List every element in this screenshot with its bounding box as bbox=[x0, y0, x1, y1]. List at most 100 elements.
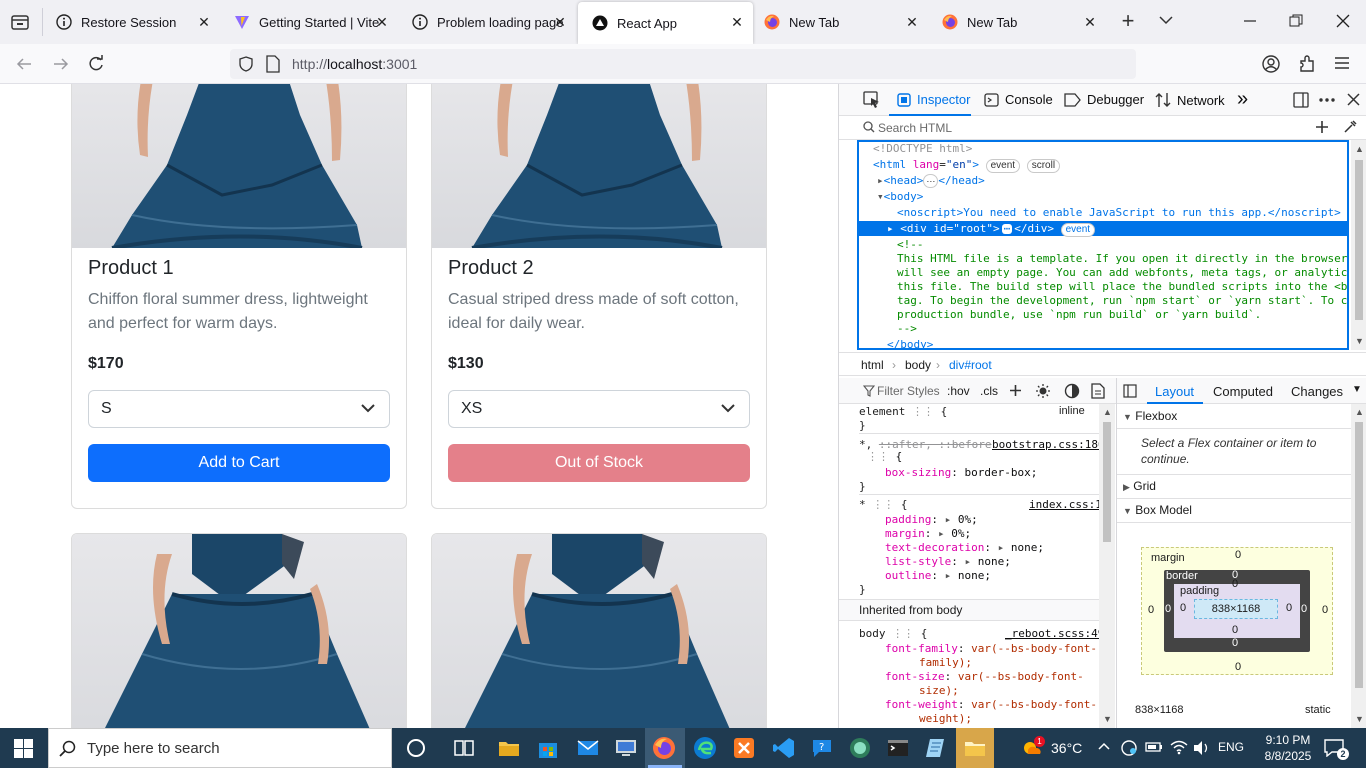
scroll-badge[interactable]: scroll bbox=[1026, 159, 1061, 173]
size-select[interactable]: S bbox=[88, 390, 390, 428]
taskbar-search-box[interactable]: Type here to search bbox=[48, 728, 392, 768]
doctype-node[interactable]: <!DOCTYPE html> bbox=[873, 142, 972, 155]
wifi-icon[interactable] bbox=[1170, 739, 1188, 755]
border-bottom-value[interactable]: 0 bbox=[1232, 637, 1238, 649]
property-value[interactable]: none; bbox=[958, 569, 991, 582]
microsoft-store-icon[interactable] bbox=[536, 736, 560, 760]
url-bar[interactable]: http://localhost:3001 bbox=[230, 49, 1136, 79]
expand-arrow-icon[interactable]: ▸ bbox=[887, 222, 900, 235]
extensions-icon[interactable] bbox=[1297, 54, 1317, 74]
property-name[interactable]: margin bbox=[885, 527, 925, 540]
padding-right-value[interactable]: 0 bbox=[1286, 602, 1292, 614]
input-language[interactable]: ENG bbox=[1218, 740, 1244, 754]
rule-source-link[interactable]: bootstrap.css:186 bbox=[992, 438, 1099, 451]
add-to-cart-button[interactable]: Add to Cart bbox=[88, 444, 390, 482]
restore-icon[interactable] bbox=[1289, 14, 1303, 28]
markup-scrollbar[interactable]: ▲ ▼ bbox=[1351, 140, 1366, 350]
clock[interactable]: 9:10 PM 8/8/2025 bbox=[1258, 732, 1318, 764]
more-tabs-chevron-icon[interactable]: ▼ bbox=[1352, 384, 1362, 395]
add-rule-icon[interactable] bbox=[1009, 384, 1022, 397]
breadcrumb-item[interactable]: html bbox=[861, 358, 884, 372]
body-node[interactable]: ▾<body> bbox=[877, 190, 923, 203]
property-name[interactable]: outline bbox=[885, 569, 931, 582]
vscode-icon[interactable] bbox=[772, 736, 796, 760]
dark-scheme-icon[interactable] bbox=[1064, 383, 1080, 399]
url-text[interactable]: http://localhost:3001 bbox=[292, 56, 417, 72]
rules-scrollbar[interactable]: ▲ ▼ bbox=[1099, 404, 1115, 728]
edge-icon[interactable] bbox=[693, 736, 717, 760]
body-close-node[interactable]: </body> bbox=[887, 338, 933, 348]
tab-react-app[interactable]: React App ✕ bbox=[578, 2, 753, 44]
flexbox-section-header[interactable]: ▼ Flexbox bbox=[1123, 409, 1177, 423]
dock-side-icon[interactable] bbox=[1293, 92, 1309, 108]
collapsed-content-badge[interactable]: ⋯ bbox=[1001, 223, 1013, 234]
tab-network[interactable]: Network bbox=[1155, 92, 1225, 108]
menu-icon[interactable] bbox=[1334, 56, 1350, 70]
close-tab-icon[interactable]: ✕ bbox=[1082, 14, 1098, 30]
property-value[interactable]: border-box; bbox=[964, 466, 1037, 479]
mail-icon[interactable] bbox=[576, 736, 600, 760]
html-node[interactable]: <html lang="en"> event scroll bbox=[873, 158, 1061, 173]
app-globe-icon[interactable] bbox=[848, 736, 872, 760]
event-badge[interactable]: event bbox=[985, 159, 1021, 173]
property-name[interactable]: list-style bbox=[885, 555, 951, 568]
reload-icon[interactable] bbox=[87, 55, 105, 73]
property-name[interactable]: font-family bbox=[885, 642, 958, 655]
property-value[interactable]: none; bbox=[1011, 541, 1044, 554]
tab-problem-loading[interactable]: Problem loading page ✕ bbox=[398, 0, 576, 44]
close-devtools-icon[interactable] bbox=[1347, 93, 1360, 106]
property-name[interactable]: font-weight bbox=[885, 698, 958, 711]
property-name[interactable]: box-sizing bbox=[885, 466, 951, 479]
head-node[interactable]: ▸<head> ⋯ </head> bbox=[877, 174, 985, 188]
battery-icon[interactable] bbox=[1145, 741, 1163, 753]
tab-changes[interactable]: Changes bbox=[1291, 384, 1343, 399]
print-media-icon[interactable] bbox=[1091, 383, 1105, 399]
element-picker-icon[interactable] bbox=[863, 91, 881, 109]
collapse-arrow-icon[interactable]: ▾ bbox=[877, 190, 884, 203]
file-explorer-icon[interactable] bbox=[497, 736, 521, 760]
property-value[interactable]: var(--bs-body-font- bbox=[971, 642, 1097, 655]
box-model-border[interactable]: border 0 0 0 0 padding 0 0 0 0 838×1168 bbox=[1164, 569, 1310, 652]
network-status-icon[interactable] bbox=[1120, 739, 1138, 757]
volume-icon[interactable] bbox=[1193, 740, 1211, 756]
tab-new-tab-1[interactable]: New Tab ✕ bbox=[750, 0, 928, 44]
border-right-value[interactable]: 0 bbox=[1301, 603, 1307, 615]
firefox-taskbar-icon[interactable] bbox=[652, 736, 676, 760]
forward-icon[interactable] bbox=[52, 56, 70, 72]
cortana-icon[interactable] bbox=[404, 736, 428, 760]
show-hidden-icons-chevron-icon[interactable] bbox=[1098, 741, 1110, 751]
remote-desktop-icon[interactable] bbox=[614, 736, 638, 760]
search-html-input[interactable]: Search HTML bbox=[878, 121, 952, 135]
padding-bottom-value[interactable]: 0 bbox=[1232, 624, 1238, 636]
margin-bottom-value[interactable]: 0 bbox=[1235, 661, 1241, 673]
folder-icon[interactable] bbox=[963, 736, 987, 760]
close-tab-icon[interactable]: ✕ bbox=[729, 14, 745, 30]
property-value[interactable]: 0%; bbox=[958, 513, 978, 526]
box-model-section-header[interactable]: ▼ Box Model bbox=[1123, 503, 1192, 517]
taskbar-search-input[interactable]: Type here to search bbox=[87, 740, 220, 757]
box-model-padding[interactable]: padding 0 0 0 0 838×1168 bbox=[1174, 578, 1300, 638]
tab-new-tab-2[interactable]: New Tab ✕ bbox=[928, 0, 1106, 44]
toggle-sidebar-icon[interactable] bbox=[1123, 384, 1137, 398]
tab-debugger[interactable]: Debugger bbox=[1064, 92, 1144, 107]
light-scheme-icon[interactable] bbox=[1035, 383, 1051, 399]
new-tab-button[interactable]: + bbox=[1118, 10, 1138, 32]
margin-left-value[interactable]: 0 bbox=[1148, 604, 1154, 616]
minimize-icon[interactable] bbox=[1242, 15, 1258, 27]
tracking-protection-shield-icon[interactable] bbox=[238, 56, 254, 72]
temperature[interactable]: 36°C bbox=[1051, 740, 1082, 756]
xampp-icon[interactable] bbox=[732, 736, 756, 760]
eyedropper-icon[interactable] bbox=[1343, 120, 1357, 134]
add-node-icon[interactable] bbox=[1315, 120, 1329, 134]
box-model-content[interactable]: 838×1168 bbox=[1194, 599, 1278, 619]
firefox-view-icon[interactable] bbox=[10, 13, 30, 31]
help-icon[interactable]: ? bbox=[810, 736, 834, 760]
rule-source-link[interactable]: _reboot.scss:49 bbox=[1005, 627, 1099, 640]
close-window-icon[interactable] bbox=[1336, 14, 1350, 28]
box-model-margin[interactable]: margin 0 0 0 0 border 0 0 0 0 padding 0 … bbox=[1141, 547, 1333, 675]
search-html-bar[interactable]: Search HTML bbox=[839, 116, 1366, 140]
task-view-icon[interactable] bbox=[452, 736, 476, 760]
expand-arrow-icon[interactable]: ▸ bbox=[877, 174, 884, 187]
rule-source-link[interactable]: index.css:1 bbox=[1029, 498, 1099, 511]
collapsed-content-badge[interactable]: ⋯ bbox=[923, 174, 939, 188]
